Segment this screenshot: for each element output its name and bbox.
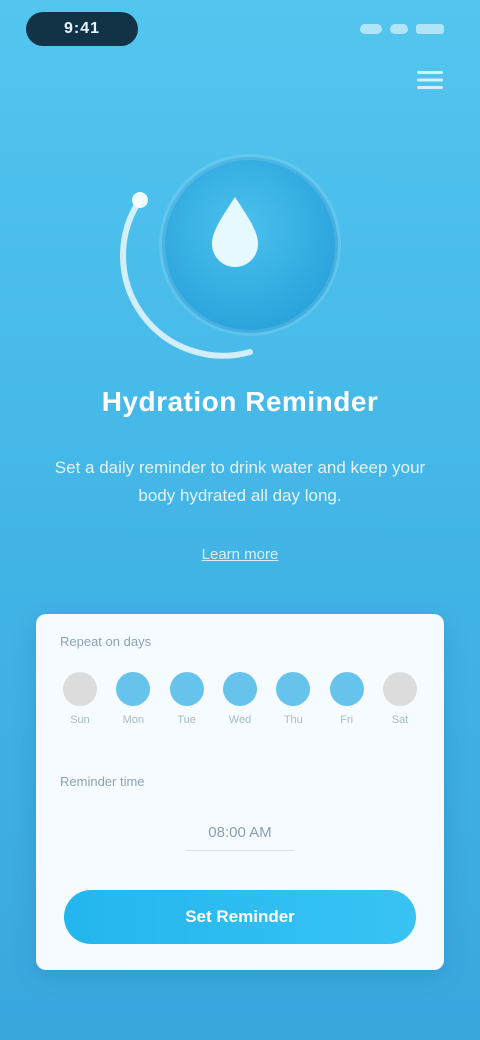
day-name: Tue — [177, 714, 196, 726]
time-picker[interactable]: 08:00 AM — [36, 824, 444, 841]
reminder-card: Repeat on days Sun Mon Tue Wed Thu Fri S — [36, 614, 444, 970]
days-label: Repeat on days — [60, 634, 152, 649]
time-label: Reminder time — [60, 774, 145, 789]
day-name: Fri — [340, 714, 354, 726]
day-toggle[interactable] — [382, 672, 417, 706]
day-name: Wed — [228, 714, 252, 726]
set-reminder-button[interactable]: Set Reminder — [64, 890, 416, 944]
day-item-tue[interactable]: Tue — [167, 672, 207, 726]
day-selector: Sun Mon Tue Wed Thu Fri Sat — [60, 672, 420, 726]
day-item-sun[interactable]: Sun — [60, 672, 100, 726]
hero-illustration — [0, 120, 480, 380]
day-item-fri[interactable]: Fri — [327, 672, 367, 726]
menu-button[interactable] — [410, 62, 450, 98]
wifi-icon — [390, 24, 408, 34]
day-toggle[interactable] — [116, 672, 151, 706]
day-toggle[interactable] — [169, 672, 204, 706]
day-toggle[interactable] — [276, 672, 311, 706]
signal-icon — [360, 24, 382, 34]
status-time: 9:41 — [26, 12, 138, 46]
day-toggle[interactable] — [63, 672, 97, 706]
day-item-wed[interactable]: Wed — [220, 672, 260, 726]
day-name: Mon — [122, 714, 145, 726]
day-toggle[interactable] — [222, 672, 257, 706]
menu-icon — [417, 71, 443, 89]
day-item-thu[interactable]: Thu — [273, 672, 313, 726]
learn-more-link[interactable]: Learn more — [0, 546, 480, 563]
page-description: Set a daily reminder to drink water and … — [54, 458, 426, 505]
day-item-sat[interactable]: Sat — [380, 672, 420, 726]
water-drop-icon — [120, 154, 341, 359]
status-icons — [352, 18, 444, 40]
day-name: Sun — [70, 714, 90, 726]
day-toggle[interactable] — [329, 672, 364, 706]
day-item-mon[interactable]: Mon — [113, 672, 153, 726]
day-name: Sat — [391, 714, 409, 726]
day-name: Thu — [283, 714, 303, 726]
status-bar: 9:41 — [0, 0, 480, 64]
time-underline — [186, 850, 294, 851]
battery-icon — [416, 24, 444, 34]
page-title: Hydration Reminder — [101, 386, 379, 417]
